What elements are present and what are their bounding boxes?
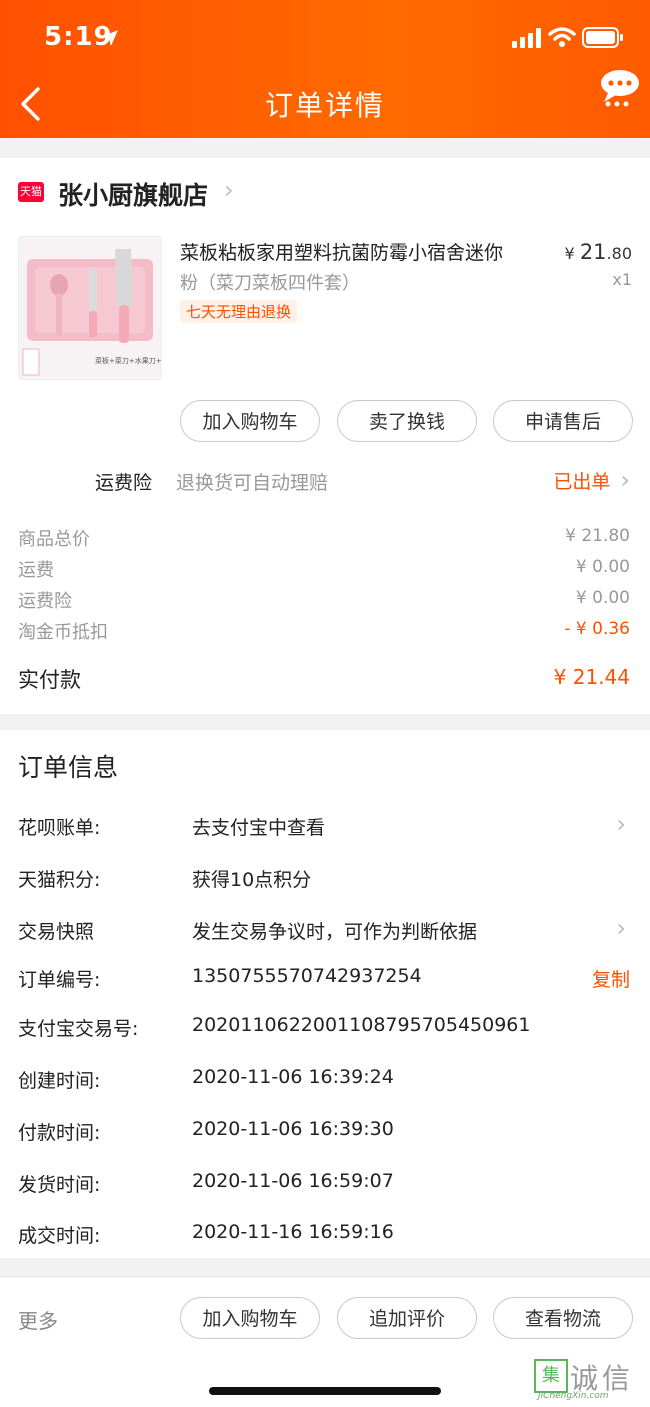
page-title: 订单详情 xyxy=(264,89,385,122)
paid-time-value: 2020-11-06 16:39:30 xyxy=(192,1118,394,1140)
append-review-button[interactable]: 追加评价 xyxy=(337,1297,477,1339)
bottom-action-bar: 更多 加入购物车 追加评价 查看物流 集 诚信 JiChengXin.com xyxy=(0,1276,650,1407)
snapshot-value[interactable]: 发生交易争议时，可作为判断依据 xyxy=(192,917,477,944)
alipay-trade-label: 支付宝交易号: xyxy=(18,1018,139,1040)
add-to-cart-button[interactable]: 加入购物车 xyxy=(180,400,320,442)
product-title[interactable]: 菜板粘板家用塑料抗菌防霉小宿舍迷你 xyxy=(180,238,540,265)
tmall-badge-icon: 天猫 xyxy=(18,182,44,202)
completed-time-label: 成交时间: xyxy=(18,1225,101,1247)
alipay-trade-value: 2020110622001108795705450961 xyxy=(192,1014,531,1036)
order-info-title: 订单信息 xyxy=(18,753,119,782)
shipped-time-value: 2020-11-06 16:59:07 xyxy=(192,1170,394,1192)
tmall-points-value: 获得10点积分 xyxy=(192,869,312,891)
watermark-logo: 集 诚信 JiChengXin.com xyxy=(532,1355,648,1401)
header: 5:19 订单详情 xyxy=(0,0,650,138)
home-indicator xyxy=(209,1387,441,1395)
order-number-value: 1350755570742937254 xyxy=(192,965,422,987)
copy-button[interactable]: 复制 xyxy=(592,965,630,992)
more-button[interactable]: 更多 xyxy=(18,1305,58,1334)
huabei-chevron-icon[interactable]: › xyxy=(616,810,626,838)
insurance-fee-value: ¥ 0.00 xyxy=(575,588,630,608)
bottom-add-to-cart-button[interactable]: 加入购物车 xyxy=(180,1297,320,1339)
paid-time-label: 付款时间: xyxy=(18,1122,101,1144)
shipping-label: 运费 xyxy=(18,560,54,581)
huabei-bill-label: 花呗账单: xyxy=(18,817,101,839)
tmall-points-label: 天猫积分: xyxy=(18,869,101,891)
watermark-seal-icon: 集 xyxy=(534,1359,568,1393)
completed-time-value: 2020-11-16 16:59:16 xyxy=(192,1221,394,1243)
order-number-label: 订单编号: xyxy=(18,969,101,991)
paid-value: ¥ 21.44 xyxy=(553,665,630,689)
resell-button[interactable]: 卖了换钱 xyxy=(337,400,477,442)
coin-discount-label: 淘金币抵扣 xyxy=(18,622,108,643)
shipped-time-label: 发货时间: xyxy=(18,1174,101,1196)
insurance-desc: 退换货可自动理赔 xyxy=(176,472,329,494)
insurance-chevron-icon[interactable]: › xyxy=(620,466,630,494)
created-time-label: 创建时间: xyxy=(18,1070,101,1092)
message-menu-icon[interactable] xyxy=(598,68,642,116)
coin-discount-value: - ¥ 0.36 xyxy=(564,619,630,639)
order-item-card: 天猫 张小厨旗舰店 › 菜板+菜刀+水果刀+陶瓷刨 菜板粘板家用塑料抗菌防霉小宿… xyxy=(0,158,650,714)
shipping-value: ¥ 0.00 xyxy=(575,557,630,577)
huabei-bill-value[interactable]: 去支付宝中查看 xyxy=(192,813,325,840)
insurance-label: 运费险 xyxy=(95,472,153,494)
subtotal-label: 商品总价 xyxy=(18,529,90,550)
insurance-status[interactable]: 已出单 › xyxy=(553,466,630,494)
location-arrow-icon xyxy=(100,28,120,52)
shop-chevron-icon[interactable]: › xyxy=(224,176,234,204)
signal-icon xyxy=(512,28,544,52)
insurance-fee-label: 运费险 xyxy=(18,591,72,612)
view-logistics-button[interactable]: 查看物流 xyxy=(493,1297,633,1339)
product-spec: 粉（菜刀菜板四件套） xyxy=(180,273,360,294)
wifi-icon xyxy=(548,26,576,52)
product-image: 菜板+菜刀+水果刀+陶瓷刨 xyxy=(19,237,161,379)
product-thumbnail[interactable]: 菜板+菜刀+水果刀+陶瓷刨 xyxy=(18,236,162,380)
svg-text:菜板+菜刀+水果刀+陶瓷刨: 菜板+菜刀+水果刀+陶瓷刨 xyxy=(95,356,161,365)
product-quantity: x1 xyxy=(612,270,632,289)
return-policy-tag: 七天无理由退换 xyxy=(180,300,298,323)
after-sales-button[interactable]: 申请售后 xyxy=(493,400,633,442)
created-time-value: 2020-11-06 16:39:24 xyxy=(192,1066,394,1088)
product-price: ¥ 21.80 xyxy=(564,240,632,264)
shop-name[interactable]: 张小厨旗舰店 xyxy=(58,176,208,212)
order-info-card: 订单信息 花呗账单: 去支付宝中查看 › 天猫积分: 获得10点积分 交易快照 … xyxy=(0,730,650,1258)
battery-icon xyxy=(582,27,624,53)
subtotal-value: ¥ 21.80 xyxy=(565,526,630,546)
snapshot-label: 交易快照 xyxy=(18,921,95,943)
paid-label: 实付款 xyxy=(18,668,81,692)
snapshot-chevron-icon[interactable]: › xyxy=(616,914,626,942)
